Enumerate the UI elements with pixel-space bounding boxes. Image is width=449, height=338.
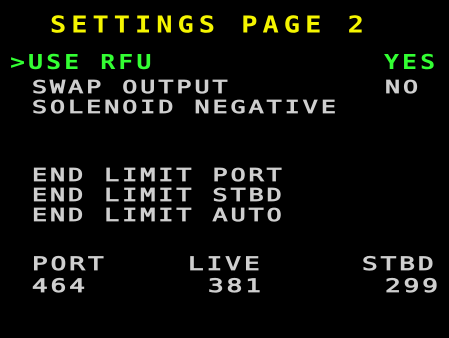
stbd-value: 299 <box>385 275 441 298</box>
option-solenoid-negative-label[interactable]: SOLENOID NEGATIVE <box>32 98 339 117</box>
menu-item-end-limit-port[interactable]: END LIMIT PORT <box>32 166 285 185</box>
port-label: PORT <box>32 253 107 276</box>
option-swap-output-value[interactable]: NO <box>384 78 421 97</box>
option-swap-output-label[interactable]: SWAP OUTPUT <box>32 78 231 97</box>
menu-item-end-limit-auto[interactable]: END LIMIT AUTO <box>32 206 285 225</box>
option-use-rfu-value[interactable]: YES <box>384 52 438 72</box>
live-label: LIVE <box>188 253 263 276</box>
menu-item-end-limit-stbd[interactable]: END LIMIT STBD <box>32 186 285 205</box>
port-value: 464 <box>32 275 88 298</box>
settings-screen: SETTINGS PAGE 2 >USE RFU YES SWAP OUTPUT… <box>0 0 449 338</box>
live-value: 381 <box>208 275 264 298</box>
stbd-label: STBD <box>362 253 437 276</box>
page-title: SETTINGS PAGE 2 <box>50 12 369 39</box>
option-use-rfu-label[interactable]: >USE RFU <box>10 52 154 72</box>
